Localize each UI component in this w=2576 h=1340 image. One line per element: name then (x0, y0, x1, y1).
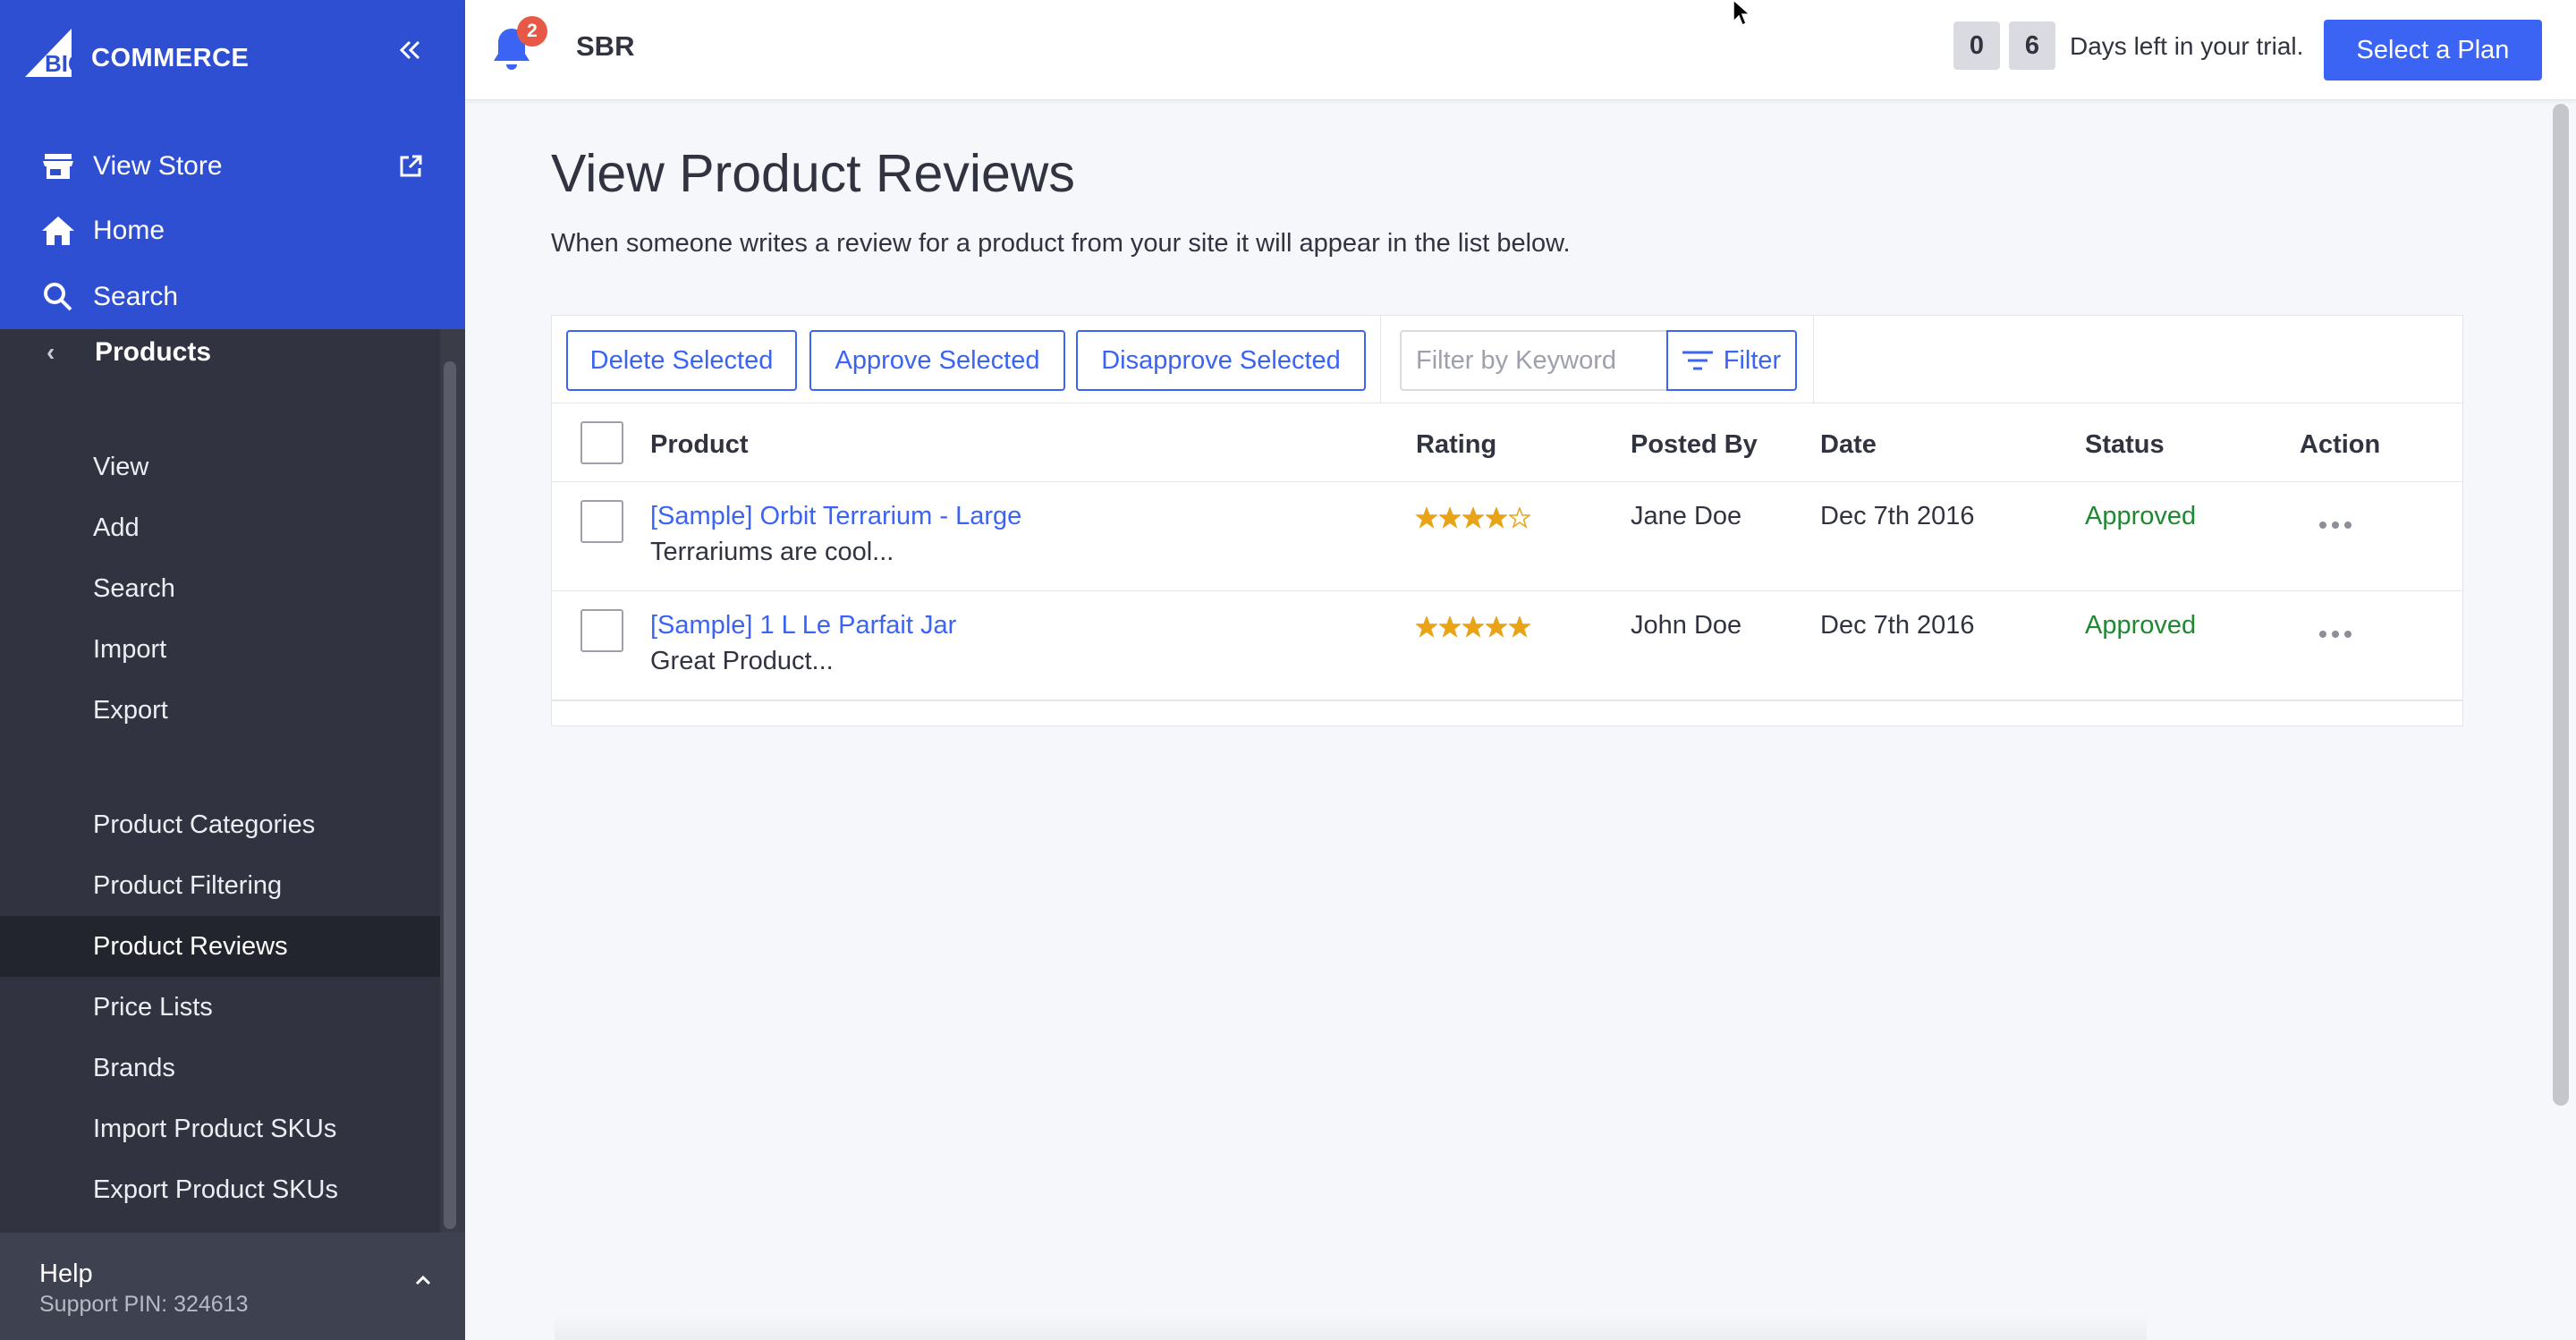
sidebar-item-view[interactable]: View (0, 437, 440, 497)
store-icon (41, 149, 75, 183)
row-checkbox[interactable] (580, 609, 623, 652)
star-filled-icon (1416, 507, 1437, 529)
logo-mark-text: BIG (45, 50, 86, 77)
review-excerpt: Terrariums are cool... (650, 538, 894, 566)
sidebar-item-view-store[interactable]: View Store (0, 138, 465, 195)
search-icon (41, 280, 75, 314)
star-filled-icon (1509, 616, 1530, 638)
sidebar-item-product-categories[interactable]: Product Categories (0, 794, 440, 855)
bottom-shadow (555, 1313, 2147, 1340)
sidebar-item-product-filtering[interactable]: Product Filtering (0, 855, 440, 916)
page-scrollbar[interactable] (2553, 104, 2569, 1106)
more-actions-icon[interactable] (2318, 516, 2353, 534)
logo-mark-icon: BIG (25, 29, 86, 77)
filter-keyword-input[interactable] (1400, 330, 1668, 391)
reviews-panel: Delete Selected Approve Selected Disappr… (551, 315, 2463, 726)
top-bar: 2 SBR 0 6 Days left in your trial. Selec… (465, 0, 2576, 100)
chevron-up-icon[interactable] (411, 1268, 435, 1292)
sidebar-item-label: Home (93, 216, 165, 245)
sidebar-item-import-product-skus[interactable]: Import Product SKUs (0, 1098, 440, 1159)
chevron-left-icon: ‹ (47, 338, 55, 366)
star-empty-icon (1509, 507, 1530, 529)
sidebar-item-import[interactable]: Import (0, 619, 440, 680)
sidebar-item-brands[interactable]: Brands (0, 1038, 440, 1098)
approve-selected-button[interactable]: Approve Selected (809, 330, 1065, 391)
sidebar-section-products[interactable]: ‹ Products (0, 329, 465, 376)
row-checkbox[interactable] (580, 500, 623, 543)
help-title: Help (39, 1259, 93, 1288)
support-pin: Support PIN: 324613 (39, 1292, 249, 1317)
collapse-sidebar-button[interactable] (390, 36, 429, 75)
reviews-toolbar: Delete Selected Approve Selected Disappr… (552, 316, 2462, 403)
bigcommerce-logo[interactable]: BIG COMMERCE (25, 23, 249, 77)
column-header-status[interactable]: Status (2085, 430, 2165, 460)
column-header-date[interactable]: Date (1820, 430, 1877, 460)
star-filled-icon (1462, 616, 1484, 638)
rating-stars (1416, 616, 1530, 638)
toolbar-divider (1380, 316, 1381, 403)
sidebar-item-export[interactable]: Export (0, 680, 440, 741)
help-panel[interactable]: Help Support PIN: 324613 (0, 1233, 465, 1340)
star-filled-icon (1486, 507, 1507, 529)
status-badge: Approved (2085, 502, 2197, 530)
star-filled-icon (1439, 507, 1461, 529)
delete-selected-button[interactable]: Delete Selected (566, 330, 797, 391)
review-date: Dec 7th 2016 (1820, 611, 1975, 640)
table-row: [Sample] Orbit Terrarium - Large Terrari… (552, 482, 2462, 591)
select-plan-button[interactable]: Select a Plan (2324, 20, 2542, 81)
sidebar-item-add[interactable]: Add (0, 497, 440, 558)
section-label: Products (95, 337, 212, 367)
posted-by: Jane Doe (1631, 502, 1742, 530)
filter-button[interactable]: Filter (1666, 330, 1797, 391)
notification-badge: 2 (517, 16, 547, 47)
external-link-icon[interactable] (397, 153, 424, 180)
sidebar-scrollbar[interactable] (444, 361, 456, 1229)
select-all-checkbox[interactable] (580, 421, 623, 464)
review-excerpt: Great Product... (650, 647, 834, 675)
sidebar-item-label: Search (93, 282, 179, 311)
sidebar-item-label: View Store (93, 151, 223, 181)
page-title: View Product Reviews (551, 144, 1075, 203)
column-header-action: Action (2300, 430, 2381, 459)
trial-days-digit: 0 (1953, 21, 2000, 70)
star-filled-icon (1416, 616, 1437, 638)
sidebar-item-export-product-skus[interactable]: Export Product SKUs (0, 1159, 440, 1220)
double-chevron-left-icon (399, 40, 420, 60)
sidebar-item-product-reviews[interactable]: Product Reviews (0, 916, 440, 977)
page-description: When someone writes a review for a produ… (551, 229, 1571, 258)
more-actions-icon[interactable] (2318, 625, 2353, 643)
home-icon (41, 214, 75, 248)
trial-days-digit: 6 (2009, 21, 2055, 70)
panel-footer-divider (552, 700, 2462, 701)
store-name: SBR (576, 30, 635, 62)
product-link[interactable]: [Sample] 1 L Le Parfait Jar (650, 611, 956, 640)
star-filled-icon (1462, 507, 1484, 529)
product-link[interactable]: [Sample] Orbit Terrarium - Large (650, 502, 1021, 531)
filter-label: Filter (1723, 345, 1782, 375)
sidebar-item-home[interactable]: Home (0, 202, 465, 259)
review-date: Dec 7th 2016 (1820, 502, 1975, 530)
disapprove-selected-button[interactable]: Disapprove Selected (1076, 330, 1366, 391)
sidebar-header: BIG COMMERCE View Store Home Search (0, 0, 465, 329)
star-filled-icon (1486, 616, 1507, 638)
toolbar-divider (1813, 316, 1814, 403)
sidebar-item-price-lists[interactable]: Price Lists (0, 977, 440, 1038)
rating-stars (1416, 507, 1530, 529)
column-header-product[interactable]: Product (650, 430, 749, 460)
trial-text: Days left in your trial. (2070, 32, 2304, 60)
sidebar: BIG COMMERCE View Store Home Search ‹ Pr… (0, 0, 465, 1340)
star-filled-icon (1439, 616, 1461, 638)
filter-icon (1682, 351, 1713, 370)
column-header-posted-by[interactable]: Posted By (1631, 430, 1758, 460)
table-header: Product Rating Posted By Date Status Act… (552, 403, 2462, 482)
table-row: [Sample] 1 L Le Parfait Jar Great Produc… (552, 591, 2462, 700)
sidebar-item-search[interactable]: Search (0, 268, 465, 326)
sidebar-item-search-products[interactable]: Search (0, 558, 440, 619)
column-header-rating[interactable]: Rating (1416, 430, 1496, 460)
posted-by: John Doe (1631, 611, 1742, 640)
mouse-cursor-icon (1733, 0, 1751, 27)
status-badge: Approved (2085, 611, 2197, 640)
logo-text: COMMERCE (91, 44, 250, 72)
